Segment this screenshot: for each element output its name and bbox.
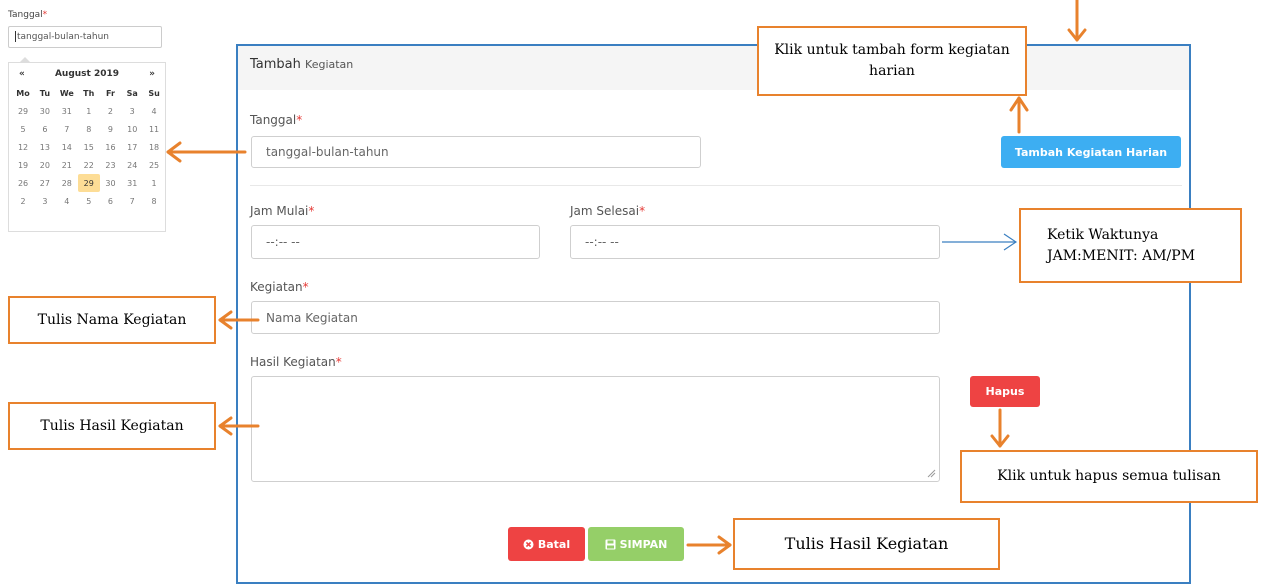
annotation-arrows	[166, 0, 1087, 555]
